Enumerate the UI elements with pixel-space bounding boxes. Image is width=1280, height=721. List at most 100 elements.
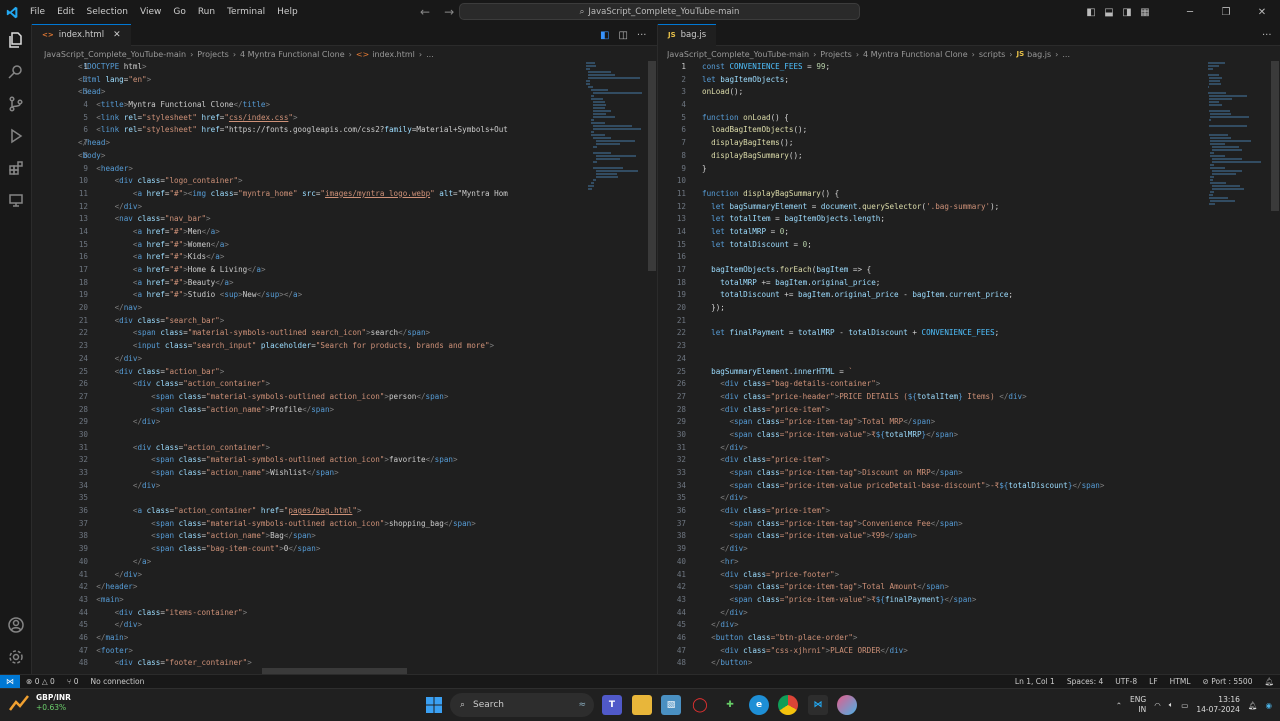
- code-line[interactable]: <head>: [78, 86, 580, 99]
- toggle-secondary-sidebar-icon[interactable]: ◨: [1118, 0, 1136, 24]
- code-line[interactable]: let bagItemObjects;: [702, 74, 1197, 87]
- right-code-area[interactable]: const CONVENIENCE_FEES = 99; let bagItemO…: [702, 61, 1197, 671]
- breadcrumb-item[interactable]: 4 Myntra Functional Clone: [240, 50, 345, 59]
- code-line[interactable]: loadBagItemObjects();: [702, 124, 1197, 137]
- code-line[interactable]: <footer>: [78, 645, 580, 658]
- menu-run[interactable]: Run: [192, 7, 221, 17]
- code-line[interactable]: <div class="action_container">: [78, 442, 580, 455]
- restore-icon[interactable]: ❐: [1208, 0, 1244, 24]
- close-tab-icon[interactable]: ✕: [113, 30, 121, 40]
- code-line[interactable]: </div>: [702, 619, 1197, 632]
- code-line[interactable]: totalDiscount += bagItem.original_price …: [702, 289, 1197, 302]
- search-view-icon[interactable]: [0, 56, 32, 88]
- code-line[interactable]: <a href="#">Beauty</a>: [78, 277, 580, 290]
- connection-status[interactable]: No connection: [84, 677, 150, 686]
- tab-index-html[interactable]: <> index.html ✕: [32, 23, 131, 46]
- back-arrow-icon[interactable]: ←: [420, 5, 430, 19]
- code-line[interactable]: <div class="search_bar">: [78, 315, 580, 328]
- code-line[interactable]: </div>: [702, 607, 1197, 620]
- code-line[interactable]: [702, 340, 1197, 353]
- code-line[interactable]: displayBagSummary();: [702, 150, 1197, 163]
- code-line[interactable]: <a href="#">Home & Living</a>: [78, 264, 580, 277]
- problems-indicator[interactable]: ⊗ 0 △ 0: [20, 677, 61, 686]
- code-line[interactable]: <button class="btn-place-order">: [702, 632, 1197, 645]
- menu-help[interactable]: Help: [271, 7, 304, 17]
- code-line[interactable]: <span class="price-item-value">₹${finalP…: [702, 594, 1197, 607]
- extensions-icon[interactable]: [0, 152, 32, 184]
- show-hidden-icons-icon[interactable]: ⌃: [1116, 701, 1122, 710]
- live-server-port[interactable]: ⊘ Port : 5500: [1197, 677, 1259, 686]
- teams-icon[interactable]: T: [602, 695, 622, 715]
- code-line[interactable]: <div class="price-item">: [702, 505, 1197, 518]
- code-line[interactable]: </div>: [78, 569, 580, 582]
- more-actions-icon[interactable]: ···: [1262, 30, 1272, 41]
- left-minimap[interactable]: [586, 61, 644, 191]
- code-line[interactable]: function onLoad() {: [702, 112, 1197, 125]
- left-vertical-scrollbar[interactable]: [648, 61, 656, 271]
- close-window-icon[interactable]: ✕: [1244, 0, 1280, 24]
- code-line[interactable]: displayBagItems();: [702, 137, 1197, 150]
- right-vertical-scrollbar[interactable]: [1271, 61, 1279, 211]
- customize-layout-icon[interactable]: ▦: [1136, 0, 1154, 24]
- code-line[interactable]: <header>: [78, 163, 580, 176]
- code-line[interactable]: <div class="price-item">: [702, 454, 1197, 467]
- code-line[interactable]: </button>: [702, 657, 1197, 670]
- code-line[interactable]: const CONVENIENCE_FEES = 99;: [702, 61, 1197, 74]
- code-line[interactable]: <span class="material-symbols-outlined s…: [78, 327, 580, 340]
- breadcrumb-item[interactable]: JavaScript_Complete_YouTube-main: [667, 50, 809, 59]
- file-explorer-icon[interactable]: [632, 695, 652, 715]
- code-line[interactable]: <div class="price-item">: [702, 404, 1197, 417]
- menu-selection[interactable]: Selection: [81, 7, 134, 17]
- manage-gear-icon[interactable]: [0, 641, 32, 673]
- code-line[interactable]: <a href="#"><img class="myntra_home" src…: [78, 188, 580, 201]
- tab-bag-js[interactable]: JS bag.js: [658, 23, 717, 46]
- source-control-icon[interactable]: [0, 88, 32, 120]
- menu-go[interactable]: Go: [167, 7, 191, 17]
- notification-icon[interactable]: 🔔︎: [1248, 701, 1258, 710]
- code-line[interactable]: <span class="action_name">Wishlist</span…: [78, 467, 580, 480]
- opera-icon[interactable]: ◯: [690, 695, 710, 715]
- code-line[interactable]: <nav class="nav_bar">: [78, 213, 580, 226]
- code-line[interactable]: </main>: [78, 632, 580, 645]
- breadcrumb-item[interactable]: Projects: [820, 50, 852, 59]
- battery-icon[interactable]: ▭: [1181, 701, 1188, 710]
- code-line[interactable]: <span class="price-item-tag">Convenience…: [702, 518, 1197, 531]
- code-line[interactable]: <a href="#">Men</a>: [78, 226, 580, 239]
- code-line[interactable]: <main>: [78, 594, 580, 607]
- remote-indicator-icon[interactable]: ⋈: [0, 674, 20, 689]
- forward-arrow-icon[interactable]: →: [444, 5, 454, 19]
- notifications-bell-icon[interactable]: 🔔︎: [1258, 677, 1280, 686]
- remote-explorer-icon[interactable]: [0, 184, 32, 216]
- split-editor-icon[interactable]: ◫: [618, 30, 627, 41]
- code-line[interactable]: <span class="material-symbols-outlined a…: [78, 518, 580, 531]
- code-line[interactable]: </div>: [78, 201, 580, 214]
- explorer-icon[interactable]: [0, 24, 32, 56]
- code-line[interactable]: <div class="action_container">: [78, 378, 580, 391]
- indentation[interactable]: Spaces: 4: [1061, 677, 1109, 686]
- chrome-icon[interactable]: [778, 695, 798, 715]
- edge-icon[interactable]: e: [749, 695, 769, 715]
- code-line[interactable]: function displayBagSummary() {: [702, 188, 1197, 201]
- code-line[interactable]: <link rel="stylesheet" href="https://fon…: [78, 124, 580, 137]
- breadcrumb-item[interactable]: 4 Myntra Functional Clone: [863, 50, 968, 59]
- volume-icon[interactable]: 🔈︎: [1169, 700, 1174, 710]
- code-line[interactable]: onLoad();: [702, 86, 1197, 99]
- code-line[interactable]: <span class="price-item-value priceDetai…: [702, 480, 1197, 493]
- code-line[interactable]: </div>: [702, 492, 1197, 505]
- code-line[interactable]: <span class="material-symbols-outlined a…: [78, 391, 580, 404]
- code-line[interactable]: <div class="bag-details-container">: [702, 378, 1197, 391]
- code-line[interactable]: </nav>: [78, 302, 580, 315]
- code-line[interactable]: </div>: [78, 619, 580, 632]
- breadcrumb-item[interactable]: ...: [426, 50, 434, 59]
- menu-file[interactable]: File: [24, 7, 51, 17]
- menu-view[interactable]: View: [134, 7, 167, 17]
- code-line[interactable]: <!DOCTYPE html>: [78, 61, 580, 74]
- code-line[interactable]: <a href="#">Studio <sup>New</sup></a>: [78, 289, 580, 302]
- code-line[interactable]: let totalItem = bagItemObjects.length;: [702, 213, 1197, 226]
- code-line[interactable]: <body>: [78, 150, 580, 163]
- breadcrumb-item[interactable]: bag.js: [1027, 50, 1051, 59]
- left-code-area[interactable]: <!DOCTYPE html> <html lang="en"> <head> <t…: [78, 61, 580, 671]
- code-line[interactable]: <span class="price-item-tag">Total Amoun…: [702, 581, 1197, 594]
- code-line[interactable]: [78, 492, 580, 505]
- language-mode[interactable]: HTML: [1164, 677, 1197, 686]
